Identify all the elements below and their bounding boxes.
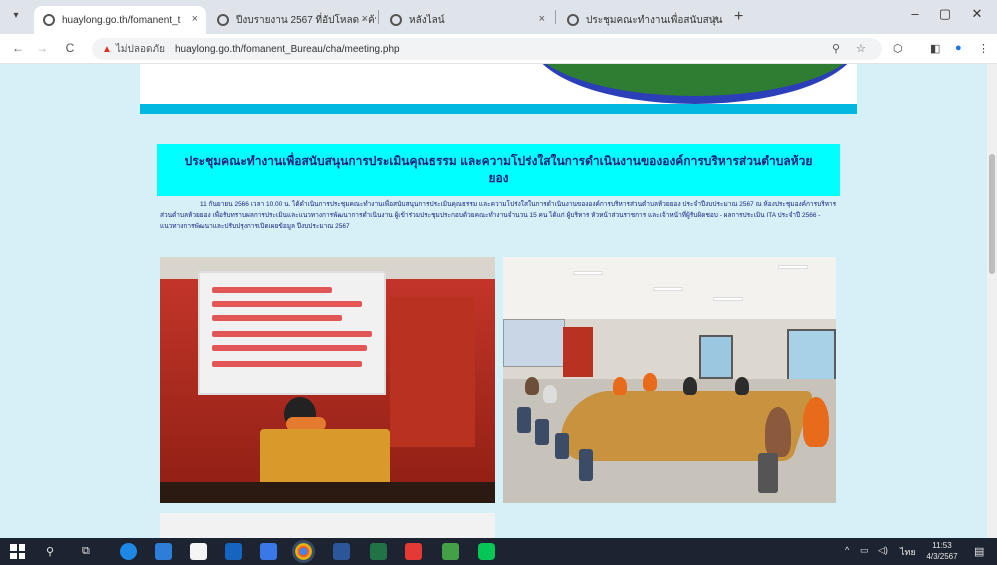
article-body: 11 กันยายน 2566 เวลา 10.00 น. ได้ดำเนินก… <box>160 201 837 230</box>
extensions-icon[interactable]: ⬡ <box>893 42 903 55</box>
forward-button[interactable]: → <box>34 41 50 55</box>
app-icon[interactable] <box>260 543 277 560</box>
site-favicon-icon <box>217 14 229 26</box>
language-indicator[interactable]: ไทย <box>900 545 916 559</box>
security-label: ไม่ปลอดภัย <box>115 43 165 55</box>
tab-close-icon[interactable]: × <box>192 13 198 25</box>
excel-app-icon[interactable] <box>370 543 387 560</box>
tab-separator <box>378 10 379 24</box>
profile-icon[interactable]: ● <box>955 42 962 54</box>
taskbar-clock[interactable]: 11:53 4/3/2567 <box>920 540 964 562</box>
site-header-banner <box>140 64 857 104</box>
tab-close-icon[interactable]: × <box>362 13 368 25</box>
app-icon[interactable] <box>442 543 459 560</box>
menu-kebab-icon[interactable]: ⋮ <box>978 42 989 55</box>
projector-screen <box>503 319 565 367</box>
windows-start-icon[interactable] <box>10 544 25 559</box>
tab-title: หลังไลน์ <box>409 14 445 26</box>
page-scrollbar[interactable] <box>987 64 997 538</box>
page-viewport: ประชุมคณะทำงานเพื่อสนับสนุนการประเมินคุณ… <box>0 64 997 538</box>
projector-screen <box>198 271 386 395</box>
maximize-button[interactable]: ▢ <box>930 6 960 22</box>
task-view-icon[interactable]: ⧉ <box>82 545 90 558</box>
word-app-icon[interactable] <box>333 543 350 560</box>
scrollbar-thumb[interactable] <box>989 154 995 274</box>
photo-floor <box>160 482 495 503</box>
header-divider <box>140 104 857 114</box>
photo-window <box>699 335 733 379</box>
tab-title: huaylong.go.th/fomanent_t <box>62 14 181 26</box>
meeting-photo-1[interactable] <box>160 257 495 503</box>
mail-app-icon[interactable] <box>225 543 242 560</box>
article-title: ประชุมคณะทำงานเพื่อสนับสนุนการประเมินคุณ… <box>184 154 813 185</box>
chrome-browser-icon[interactable] <box>295 543 312 560</box>
not-secure-warning-icon: ▲ <box>102 43 112 55</box>
site-favicon-icon <box>390 14 402 26</box>
site-favicon-icon <box>567 14 579 26</box>
tab-3[interactable]: หลังไลน์ × <box>381 6 553 34</box>
bookmark-star-icon[interactable]: ☆ <box>856 42 866 55</box>
tab-close-icon[interactable]: × <box>712 13 718 25</box>
tab-title: ปีงบรายงาน 2567 ที่อัปโหลด - ค้นหา <box>236 14 376 26</box>
tab-close-icon[interactable]: × <box>539 13 545 25</box>
photo-panel <box>563 327 593 377</box>
clock-date: 4/3/2567 <box>926 552 958 561</box>
notification-icon[interactable]: ▤ <box>974 545 984 558</box>
back-button[interactable]: ← <box>10 41 26 55</box>
photo-panel <box>390 297 475 447</box>
tab-4[interactable]: ประชุมคณะทำงานเพื่อสนับสนุน × <box>558 6 726 34</box>
minimize-button[interactable]: – <box>900 6 930 21</box>
windows-taskbar: ⚲ ⧉ ^ ▭ ◁) ไทย 11:53 4/3/2567 ▤ <box>0 538 997 565</box>
meeting-photo-3[interactable] <box>160 513 495 538</box>
photo-window <box>787 329 836 381</box>
search-icon[interactable]: ⚲ <box>46 545 54 558</box>
tab-2[interactable]: ปีงบรายงาน 2567 ที่อัปโหลด - ค้นหา × <box>208 6 376 34</box>
url-text: huaylong.go.th/fomanent_Bureau/cha/meeti… <box>174 43 400 55</box>
tab-title: ประชุมคณะทำงานเพื่อสนับสนุน <box>586 14 723 26</box>
edge-browser-icon[interactable] <box>120 543 137 560</box>
line-app-icon[interactable] <box>478 543 495 560</box>
site-favicon-icon <box>43 14 55 26</box>
store-app-icon[interactable] <box>190 543 207 560</box>
meeting-photo-2[interactable] <box>503 257 836 503</box>
banner-graphic <box>530 64 857 104</box>
tab-search-icon[interactable]: ▾ <box>8 10 24 26</box>
clock-time: 11:53 <box>932 541 952 550</box>
sidepanel-icon[interactable]: ◧ <box>930 42 940 55</box>
new-tab-button[interactable]: + <box>734 8 743 26</box>
address-bar[interactable]: ▲ ไม่ปลอดภัย huaylong.go.th/fomanent_Bur… <box>92 38 882 60</box>
photos-app-icon[interactable] <box>155 543 172 560</box>
tray-chevron-icon[interactable]: ^ <box>845 545 849 555</box>
pdf-reader-icon[interactable] <box>405 543 422 560</box>
close-window-button[interactable]: ✕ <box>962 6 992 22</box>
network-icon[interactable]: ▭ <box>860 545 869 556</box>
browser-toolbar: ← → C ▲ ไม่ปลอดภัย huaylong.go.th/fomane… <box>0 34 997 64</box>
volume-icon[interactable]: ◁) <box>878 545 888 556</box>
tab-separator <box>555 10 556 24</box>
reload-button[interactable]: C <box>62 41 78 55</box>
zoom-icon[interactable]: ⚲ <box>832 42 840 55</box>
article-title-box: ประชุมคณะทำงานเพื่อสนับสนุนการประเมินคุณ… <box>157 144 840 196</box>
browser-tab-strip: ▾ huaylong.go.th/fomanent_t × ปีงบรายงาน… <box>0 0 997 34</box>
tab-active[interactable]: huaylong.go.th/fomanent_t × <box>34 6 206 34</box>
